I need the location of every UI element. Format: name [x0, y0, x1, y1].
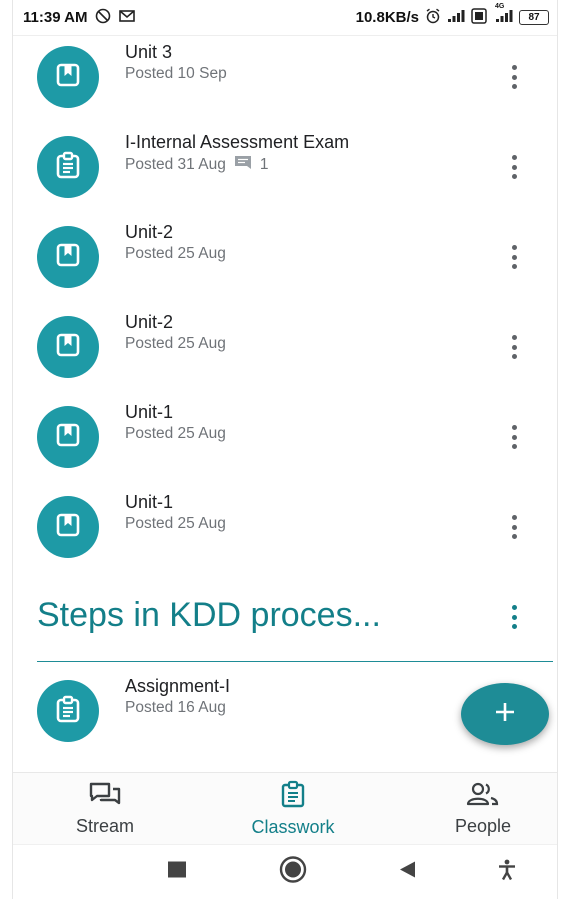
list-item[interactable]: I-Internal Assessment Exam Posted 31 Aug…	[13, 122, 557, 212]
tab-classwork[interactable]: Classwork	[227, 773, 359, 845]
tab-people-label: People	[454, 816, 512, 836]
item-posted: Posted 10 Sep	[125, 65, 227, 83]
item-title: I-Internal Assessment Exam	[125, 132, 350, 152]
book-icon	[55, 332, 81, 363]
more-options-icon[interactable]	[507, 242, 521, 272]
item-title: Unit-2	[125, 222, 174, 242]
book-icon	[55, 422, 81, 453]
network-type-label: 4G	[495, 3, 505, 10]
book-icon	[55, 62, 81, 93]
status-right: 10.8KB/s 4G 87	[355, 3, 549, 27]
material-avatar	[37, 496, 99, 558]
more-options-icon[interactable]	[507, 332, 521, 362]
fab-circle	[461, 683, 549, 745]
topic-more-options-icon[interactable]	[507, 603, 521, 631]
item-title: Assignment-I	[125, 676, 231, 696]
accessibility-icon[interactable]	[497, 859, 517, 886]
item-title: Unit-1	[125, 492, 174, 512]
item-posted-date: Posted 25 Aug	[125, 335, 226, 352]
battery-indicator: 87	[519, 10, 549, 25]
system-navigation-bar	[13, 844, 557, 899]
home-icon[interactable]	[279, 856, 307, 889]
list-item[interactable]: Unit-1 Posted 25 Aug	[13, 392, 557, 482]
item-posted-date: Posted 16 Aug	[125, 699, 226, 716]
app-window: 11:39 AM 10.8KB/s 4G 87 Unit 3 Posted 10…	[12, 0, 558, 899]
item-title: Unit 3	[125, 42, 173, 62]
assignment-icon	[55, 151, 81, 184]
item-posted-date: Posted 31 Aug	[125, 155, 226, 173]
classwork-icon	[280, 780, 306, 813]
assignment-avatar	[37, 680, 99, 742]
stream-icon	[88, 781, 122, 812]
item-posted: Posted 25 Aug	[125, 335, 226, 353]
topic-header: Steps in KDD proces...	[37, 596, 553, 662]
status-bar: 11:39 AM 10.8KB/s 4G 87	[13, 0, 557, 36]
assignment-avatar	[37, 136, 99, 198]
item-posted: Posted 25 Aug	[125, 245, 226, 263]
mail-icon	[119, 9, 136, 26]
item-posted-date: Posted 10 Sep	[125, 65, 227, 82]
list-item[interactable]: Unit 3 Posted 10 Sep	[13, 32, 557, 122]
item-posted-date: Posted 25 Aug	[125, 425, 226, 442]
material-avatar	[37, 316, 99, 378]
assignment-icon	[55, 695, 81, 728]
item-posted: Posted 25 Aug	[125, 425, 226, 443]
signal-4g-icon: 4G	[493, 3, 513, 26]
more-options-icon[interactable]	[507, 422, 521, 452]
comment-icon	[234, 155, 252, 174]
more-options-icon[interactable]	[507, 62, 521, 92]
book-icon	[55, 512, 81, 543]
item-posted-date: Posted 25 Aug	[125, 245, 226, 262]
list-item[interactable]: Unit-2 Posted 25 Aug	[13, 212, 557, 302]
people-icon	[466, 781, 500, 812]
bottom-navigation: Stream Classwork People	[13, 772, 557, 845]
status-left: 11:39 AM	[23, 8, 136, 27]
item-title: Unit-2	[125, 312, 174, 332]
more-options-icon[interactable]	[507, 512, 521, 542]
create-fab-button[interactable]	[461, 683, 549, 745]
list-item[interactable]: Unit-1 Posted 25 Aug	[13, 482, 557, 572]
more-options-icon[interactable]	[507, 152, 521, 182]
tab-stream[interactable]: Stream	[43, 773, 167, 845]
signal-icon	[447, 9, 465, 26]
item-posted-date: Posted 25 Aug	[125, 515, 226, 532]
item-title: Unit-1	[125, 402, 174, 422]
do-not-disturb-icon	[95, 8, 111, 27]
tab-classwork-label: Classwork	[251, 817, 335, 837]
alarm-icon	[425, 8, 441, 27]
back-icon[interactable]	[397, 860, 417, 885]
list-item[interactable]: Unit-2 Posted 25 Aug	[13, 302, 557, 392]
item-posted: Posted 16 Aug	[125, 699, 226, 717]
material-avatar	[37, 46, 99, 108]
recent-apps-icon[interactable]	[167, 861, 187, 884]
book-icon	[55, 242, 81, 273]
topic-title: Steps in KDD proces...	[37, 596, 381, 634]
material-avatar	[37, 406, 99, 468]
tab-people[interactable]: People	[433, 773, 533, 845]
comment-count: 1	[259, 155, 269, 173]
network-speed: 10.8KB/s	[355, 9, 419, 26]
volte-icon	[471, 8, 487, 27]
plus-icon	[493, 700, 517, 729]
tab-stream-label: Stream	[75, 816, 135, 836]
status-time: 11:39 AM	[23, 9, 88, 26]
item-posted: Posted 31 Aug 1	[125, 155, 268, 174]
material-avatar	[37, 226, 99, 288]
item-posted: Posted 25 Aug	[125, 515, 226, 533]
